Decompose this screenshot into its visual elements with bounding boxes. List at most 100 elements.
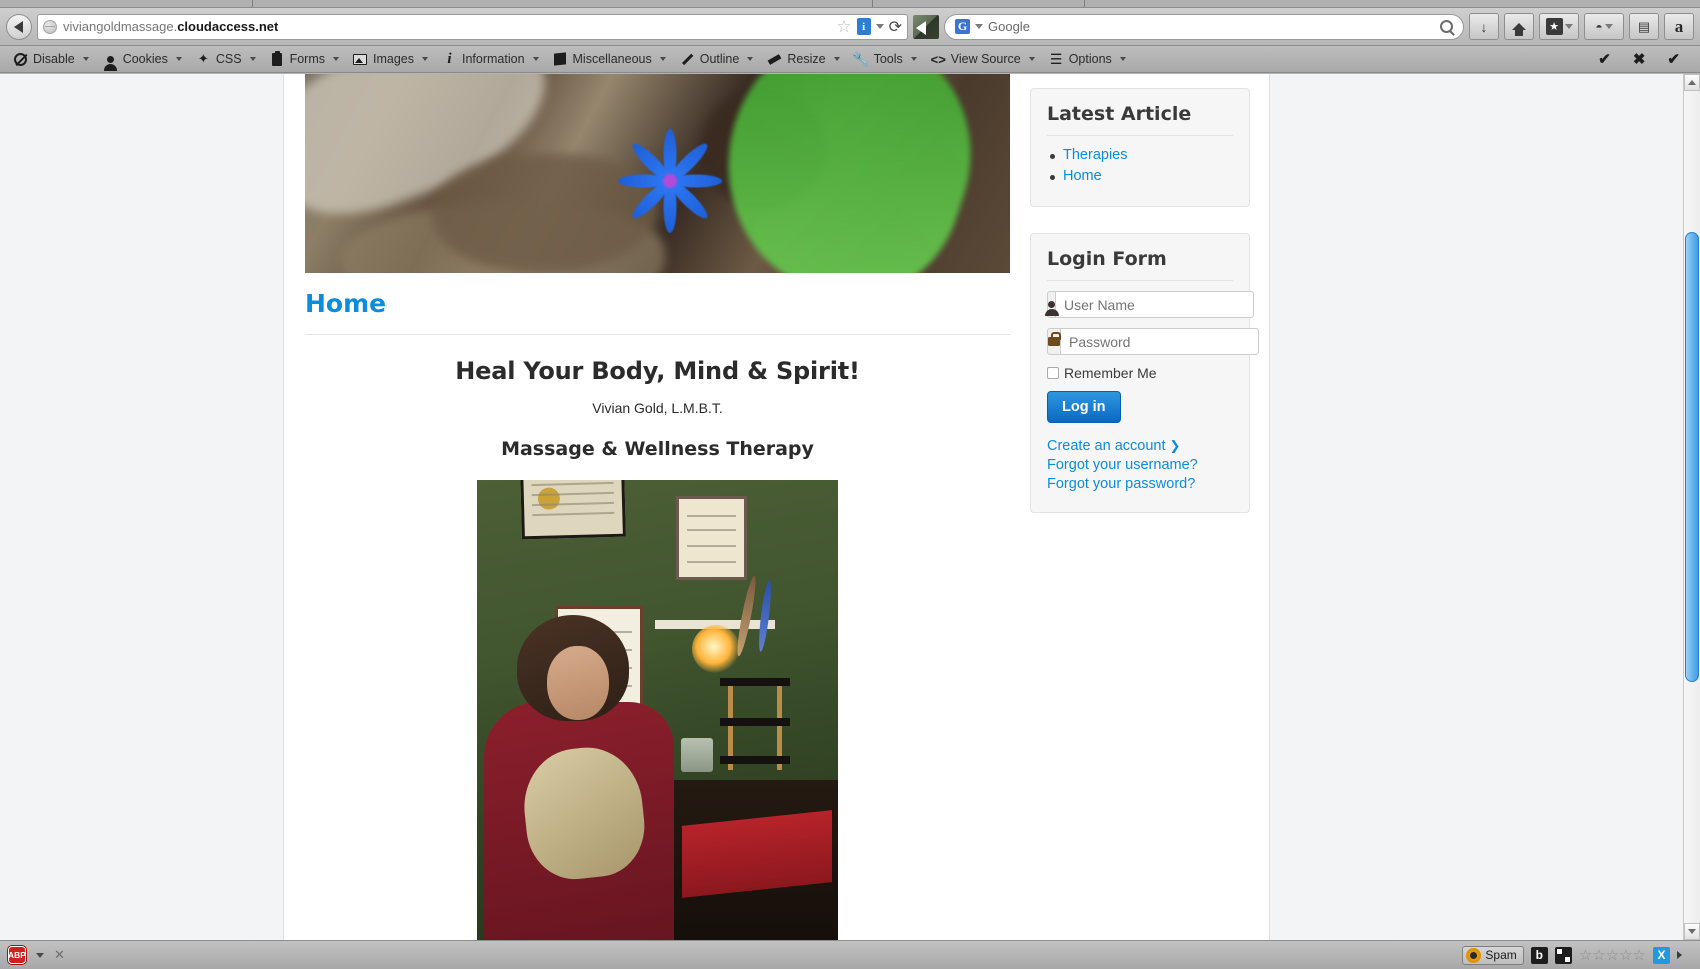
devbar-item-tools[interactable]: 🔧 Tools (847, 46, 924, 73)
devbar-label: View Source (950, 52, 1021, 66)
remember-me-checkbox[interactable] (1047, 367, 1059, 379)
identity-info-icon[interactable]: i (856, 18, 871, 35)
devbar-label: Disable (33, 52, 75, 66)
chevron-down-icon (833, 57, 840, 61)
devbar-label: CSS (215, 52, 242, 66)
wand-icon: ✦ (197, 51, 209, 66)
grid-icon[interactable] (1554, 946, 1572, 964)
devbar-item-forms[interactable]: Forms (263, 46, 346, 73)
search-input[interactable]: Google (988, 19, 1030, 34)
picture-icon (353, 52, 368, 67)
scroll-down-button[interactable] (1684, 923, 1700, 940)
devbar-item-cookies[interactable]: Cookies (96, 46, 189, 73)
bookmark-star-icon[interactable]: ☆ (836, 18, 851, 35)
devbar-item-information[interactable]: i Information (435, 46, 546, 73)
reload-icon[interactable]: ⟳ (889, 17, 902, 37)
close-icon[interactable]: ✕ (54, 947, 65, 963)
chevron-down-icon[interactable] (875, 24, 884, 29)
login-button[interactable]: Log in (1047, 391, 1121, 423)
chevron-down-icon (1028, 57, 1035, 61)
devbar-label: Tools (873, 52, 903, 66)
bing-icon[interactable]: b (1530, 946, 1548, 964)
create-account-label: Create an account (1047, 438, 1166, 454)
url-bar[interactable]: viviangoldmassage.cloudaccess.net ☆ i ⟳ (37, 13, 908, 40)
bookmark-icon: ★ (1545, 18, 1563, 35)
devbar-item-css[interactable]: ✦ CSS (189, 46, 263, 73)
bookmarks-button[interactable]: ★ (1539, 13, 1579, 40)
sliders-icon: ☰ (1049, 50, 1063, 67)
chevron-down-icon (1564, 24, 1573, 29)
devbar-item-resize[interactable]: Resize (760, 46, 846, 73)
info-icon: i (447, 50, 452, 67)
clipboard-icon (270, 50, 285, 67)
link-therapies[interactable]: Therapies (1063, 147, 1127, 163)
devbar-item-view-source[interactable]: <> View Source (924, 46, 1042, 73)
devbar-item-options[interactable]: ☰ Options (1042, 46, 1133, 73)
create-account-link[interactable]: Create an account ❯ (1047, 437, 1233, 456)
forgot-username-link[interactable]: Forgot your username? (1047, 456, 1233, 475)
devbar-item-miscellaneous[interactable]: Miscellaneous (546, 46, 673, 73)
remember-me-label: Remember Me (1064, 365, 1157, 381)
scrollbar-track[interactable] (1684, 91, 1700, 923)
devbar-item-outline[interactable]: Outline (673, 46, 761, 73)
back-button[interactable] (6, 13, 32, 40)
forgot-password-link[interactable]: Forgot your password? (1047, 475, 1233, 494)
reader-button[interactable]: ▤ (1629, 13, 1659, 40)
password-input[interactable] (1060, 328, 1259, 355)
password-field-group (1047, 328, 1259, 355)
module-title-latest-article: Latest Article (1047, 103, 1233, 136)
devbar-item-disable[interactable]: Disable (6, 46, 96, 73)
check-icon[interactable]: ✔ (1598, 50, 1611, 68)
extension-flag-icon[interactable] (913, 14, 939, 39)
chevron-down-icon[interactable] (36, 952, 44, 958)
link-home[interactable]: Home (1063, 168, 1102, 184)
adblock-plus-icon[interactable]: ABP (8, 946, 26, 964)
user-icon (1044, 291, 1059, 318)
xmarks-icon[interactable]: X (1653, 946, 1670, 964)
article-body: Heal Your Body, Mind & Spirit! Vivian Go… (305, 335, 1010, 940)
tab-segment[interactable] (873, 0, 1085, 7)
username-input[interactable] (1055, 291, 1254, 318)
list-item[interactable]: Home (1047, 167, 1233, 185)
globe-icon (43, 19, 57, 34)
spam-icon (1466, 947, 1482, 963)
chevron-down-icon (175, 57, 182, 61)
amazon-button[interactable]: a (1664, 13, 1694, 40)
vertical-scrollbar[interactable] (1683, 74, 1700, 940)
article-byline: Vivian Gold, L.M.B.T. (592, 400, 723, 416)
tab-segment[interactable] (0, 0, 253, 7)
chevron-right-icon[interactable] (1677, 951, 1682, 959)
status-bar-right: Spam b ☆☆☆☆☆ X (1462, 945, 1692, 965)
chevron-down-icon (332, 57, 339, 61)
search-icon[interactable] (1440, 20, 1453, 33)
search-bar[interactable]: G Google (944, 13, 1464, 40)
chevron-down-icon (1688, 929, 1696, 934)
search-engine-chevron-icon[interactable] (975, 24, 983, 29)
module-title-login-form: Login Form (1047, 248, 1233, 281)
scrollbar-thumb[interactable] (1685, 232, 1699, 682)
scroll-up-button[interactable] (1684, 74, 1700, 91)
pocket-button[interactable]: ◓ (1584, 13, 1624, 40)
list-item[interactable]: Therapies (1047, 146, 1233, 164)
web-developer-toolbar: Disable Cookies ✦ CSS Forms Images i Inf… (0, 46, 1700, 73)
devbar-label: Options (1068, 52, 1112, 66)
remember-me-row[interactable]: Remember Me (1047, 365, 1233, 381)
site-container: Home Heal Your Body, Mind & Spirit! Vivi… (283, 74, 1270, 940)
pencil-icon (680, 52, 695, 67)
devbar-item-images[interactable]: Images (346, 46, 435, 73)
pocket-icon: ◓ (1595, 19, 1603, 34)
website-body: Home Heal Your Body, Mind & Spirit! Vivi… (0, 74, 1683, 940)
downloads-button[interactable]: ↓ (1469, 13, 1499, 40)
spam-button[interactable]: Spam (1462, 945, 1524, 965)
article-heading: Heal Your Body, Mind & Spirit! (455, 357, 860, 385)
star-rating[interactable]: ☆☆☆☆☆ (1579, 946, 1646, 964)
tab-segment[interactable] (253, 0, 873, 7)
chevron-down-icon (1119, 57, 1126, 61)
url-text: viviangoldmassage.cloudaccess.net (63, 19, 279, 34)
chevron-down-icon (82, 57, 89, 61)
therapist-photo (477, 480, 838, 940)
home-button[interactable] (1504, 13, 1534, 40)
tab-strip[interactable] (0, 0, 1700, 8)
check-icon[interactable]: ✔ (1667, 50, 1680, 68)
close-icon[interactable]: ✖ (1633, 50, 1646, 68)
